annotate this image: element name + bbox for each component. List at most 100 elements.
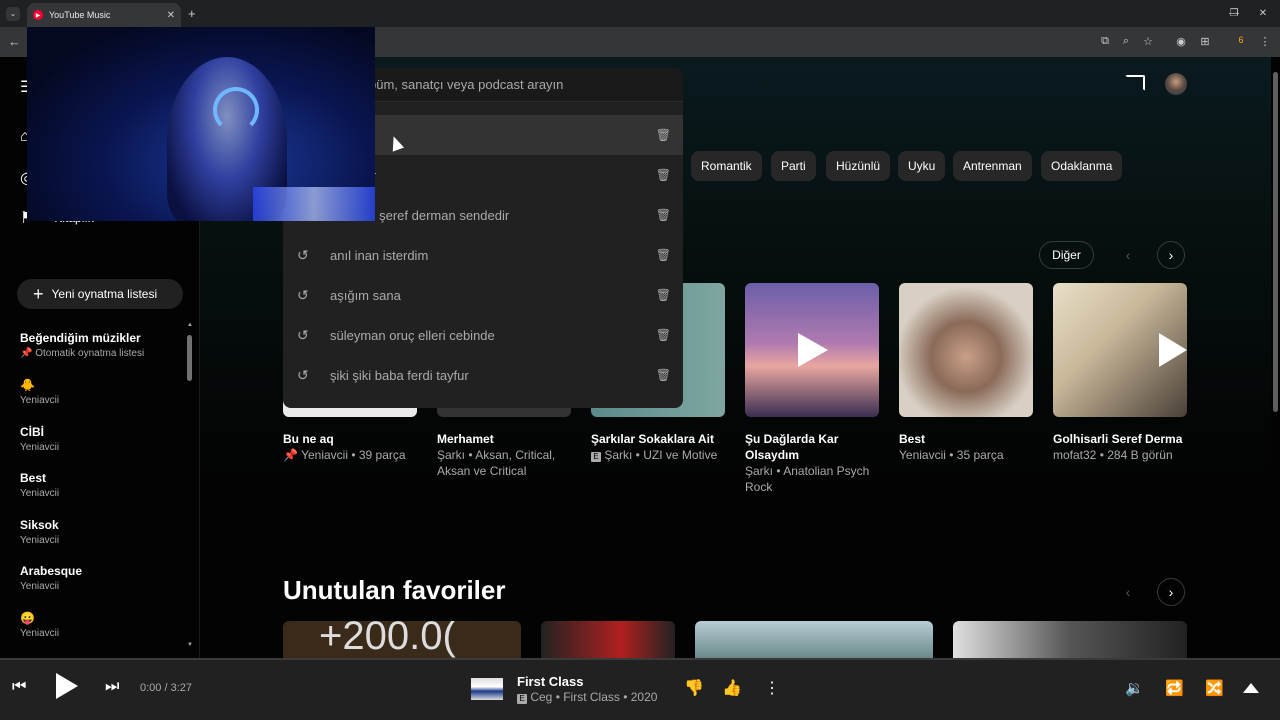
section-next-button[interactable]: › (1157, 578, 1185, 606)
delete-icon[interactable]: 🗑 (656, 208, 671, 222)
profile-badge[interactable]: 6 (1233, 35, 1249, 45)
delete-icon[interactable]: 🗑 (656, 128, 671, 142)
new-tab-button[interactable]: + (188, 6, 196, 21)
sidebar-scroll-up-icon[interactable]: ▲ (187, 322, 193, 328)
chip-antrenman[interactable]: Antrenman (953, 151, 1032, 181)
play-icon[interactable] (1159, 333, 1187, 367)
suggestion-text: anıl inan isterdim (330, 247, 429, 263)
extensions-puzzle-icon[interactable]: ⊞ (1197, 35, 1213, 48)
now-playing-subtitle[interactable]: E Ceg • First Class • 2020 (517, 690, 657, 704)
delete-icon[interactable]: 🗑 (656, 368, 671, 382)
card-playlist[interactable]: Best Yeniavcii • 35 parça (899, 283, 1033, 463)
search-suggestion[interactable]: ↺ şiki şiki baba ferdi tayfur 🗑 (283, 355, 683, 395)
playlist-title: CİBİ (20, 425, 44, 439)
search-suggestion[interactable]: ↺ anıl inan isterdim 🗑 (283, 235, 683, 275)
sidebar-scroll-down-icon[interactable]: ▼ (187, 642, 193, 648)
chip-romantik[interactable]: Romantik (691, 151, 762, 181)
chip-odaklanma[interactable]: Odaklanma (1041, 151, 1123, 181)
card-song[interactable]: Şu Dağlarda Kar Olsaydım Şarkı • Anatoli… (745, 283, 879, 495)
card-thumbnail (745, 283, 879, 417)
card-title: Merhamet (437, 432, 494, 446)
history-icon: ↺ (297, 326, 309, 343)
monitor-glow (253, 187, 375, 221)
more-options-icon[interactable]: ⋮ (764, 678, 780, 698)
chip-parti[interactable]: Parti (771, 151, 816, 181)
playlist-title: Siksok (20, 518, 59, 532)
card-subtitle: E Şarkı • UZI ve Motive (591, 447, 725, 463)
extension-game-icon[interactable]: ◉ (1173, 35, 1189, 48)
favorite-thumbnail[interactable]: +200.0( (283, 621, 521, 658)
delete-icon[interactable]: 🗑 (656, 288, 671, 302)
playlist-title: Arabesque (20, 564, 83, 578)
headphones-icon (213, 87, 259, 133)
search-suggestion[interactable]: ↺ aşığım sana 🗑 (283, 275, 683, 315)
delete-icon[interactable]: 🗑 (656, 248, 671, 262)
suggestion-text: aşığım sana (330, 287, 401, 303)
shelf-prev-button[interactable]: ‹ (1114, 241, 1142, 269)
now-playing-thumbnail[interactable] (471, 678, 503, 700)
play-icon[interactable] (798, 333, 828, 367)
install-app-icon[interactable]: ⧉ (1097, 35, 1113, 48)
card-thumbnail (1053, 283, 1187, 417)
progress-bar[interactable] (0, 658, 1280, 660)
delete-icon[interactable]: 🗑 (656, 328, 671, 342)
shelf-next-button[interactable]: › (1157, 241, 1185, 269)
new-playlist-button[interactable]: + Yeni oynatma listesi (17, 279, 183, 309)
cast-icon[interactable] (1125, 75, 1145, 91)
playlist-item[interactable]: 🐥 Yeniavcii (20, 378, 180, 406)
favorite-thumbnail[interactable] (541, 621, 675, 658)
history-icon: ↺ (297, 366, 309, 383)
playlist-item[interactable]: Arabesque Yeniavcii (20, 564, 180, 592)
card-subtitle: 📌 Yeniavcii • 39 parça (283, 448, 406, 462)
playlist-item[interactable]: Beğendiğim müzikler 📌 Otomatik oynatma l… (20, 331, 180, 359)
tab-title: YouTube Music (49, 10, 111, 20)
playlist-subtitle: Yeniavcii (20, 628, 60, 639)
bookmark-star-icon[interactable]: ☆ (1140, 35, 1156, 48)
card-title: Şarkılar Sokaklara Ait (591, 432, 714, 446)
window-close-icon[interactable]: ✕ (1246, 0, 1280, 27)
shuffle-icon[interactable]: 🔀 (1205, 679, 1224, 697)
playlist-item[interactable]: Best Yeniavcii (20, 471, 180, 499)
volume-icon[interactable]: 🔉 (1125, 679, 1144, 697)
plus-icon: + (33, 284, 44, 304)
card-subtitle: Yeniavcii • 35 parça (899, 448, 1004, 462)
card-thumbnail (899, 283, 1033, 417)
favorite-thumbnail[interactable] (953, 621, 1187, 658)
browser-menu-icon[interactable]: ⋮ (1257, 35, 1273, 48)
browser-tab[interactable]: ▶ YouTube Music ✕ (27, 3, 181, 27)
playlist-item[interactable]: 😛 Yeniavcii (20, 611, 180, 639)
playlist-title: 😛 (20, 611, 35, 625)
youtube-music-favicon: ▶ (33, 10, 43, 20)
next-icon[interactable]: ⏭ (105, 678, 119, 696)
sidebar-scrollbar[interactable] (187, 335, 192, 381)
playlist-item[interactable]: Siksok Yeniavcii (20, 518, 180, 546)
playlist-subtitle: Yeniavcii (20, 488, 60, 499)
playlist-subtitle: 📌 Otomatik oynatma listesi (20, 348, 145, 359)
card-title: Bu ne aq (283, 432, 334, 446)
favorite-thumbnail[interactable] (695, 621, 933, 658)
chip-uyku[interactable]: Uyku (898, 151, 946, 181)
like-icon[interactable]: 👍 (722, 678, 742, 698)
playlist-item[interactable]: CİBİ Yeniavcii (20, 425, 180, 453)
delete-icon[interactable]: 🗑 (656, 168, 671, 182)
page-scrollbar[interactable] (1271, 57, 1280, 658)
playlist-subtitle: Yeniavcii (20, 442, 60, 453)
expand-player-icon[interactable] (1243, 683, 1259, 693)
back-icon[interactable]: ← (8, 34, 21, 49)
history-icon: ↺ (297, 286, 309, 303)
play-button[interactable] (56, 673, 78, 699)
tab-search-dropdown[interactable]: ⌄ (6, 7, 20, 21)
avatar[interactable] (1165, 73, 1187, 95)
chip-huzunlu[interactable]: Hüzünlü (826, 151, 891, 181)
tab-close-icon[interactable]: ✕ (167, 10, 175, 21)
previous-icon[interactable]: ⏮ (12, 678, 26, 696)
card-video[interactable]: Golhisarli Seref Derma mofat32 • 284 B g… (1053, 283, 1187, 463)
page-scrollbar-thumb[interactable] (1273, 72, 1278, 412)
search-suggestion[interactable]: ↺ süleyman oruç elleri cebinde 🗑 (283, 315, 683, 355)
dislike-icon[interactable]: 👎 (684, 678, 704, 698)
zoom-icon[interactable]: ⌕ (1118, 35, 1134, 48)
more-button[interactable]: Diğer (1039, 241, 1094, 269)
repeat-icon[interactable]: 🔁 (1165, 679, 1184, 697)
section-prev-button[interactable]: ‹ (1114, 578, 1142, 606)
now-playing-title[interactable]: First Class (517, 674, 583, 689)
